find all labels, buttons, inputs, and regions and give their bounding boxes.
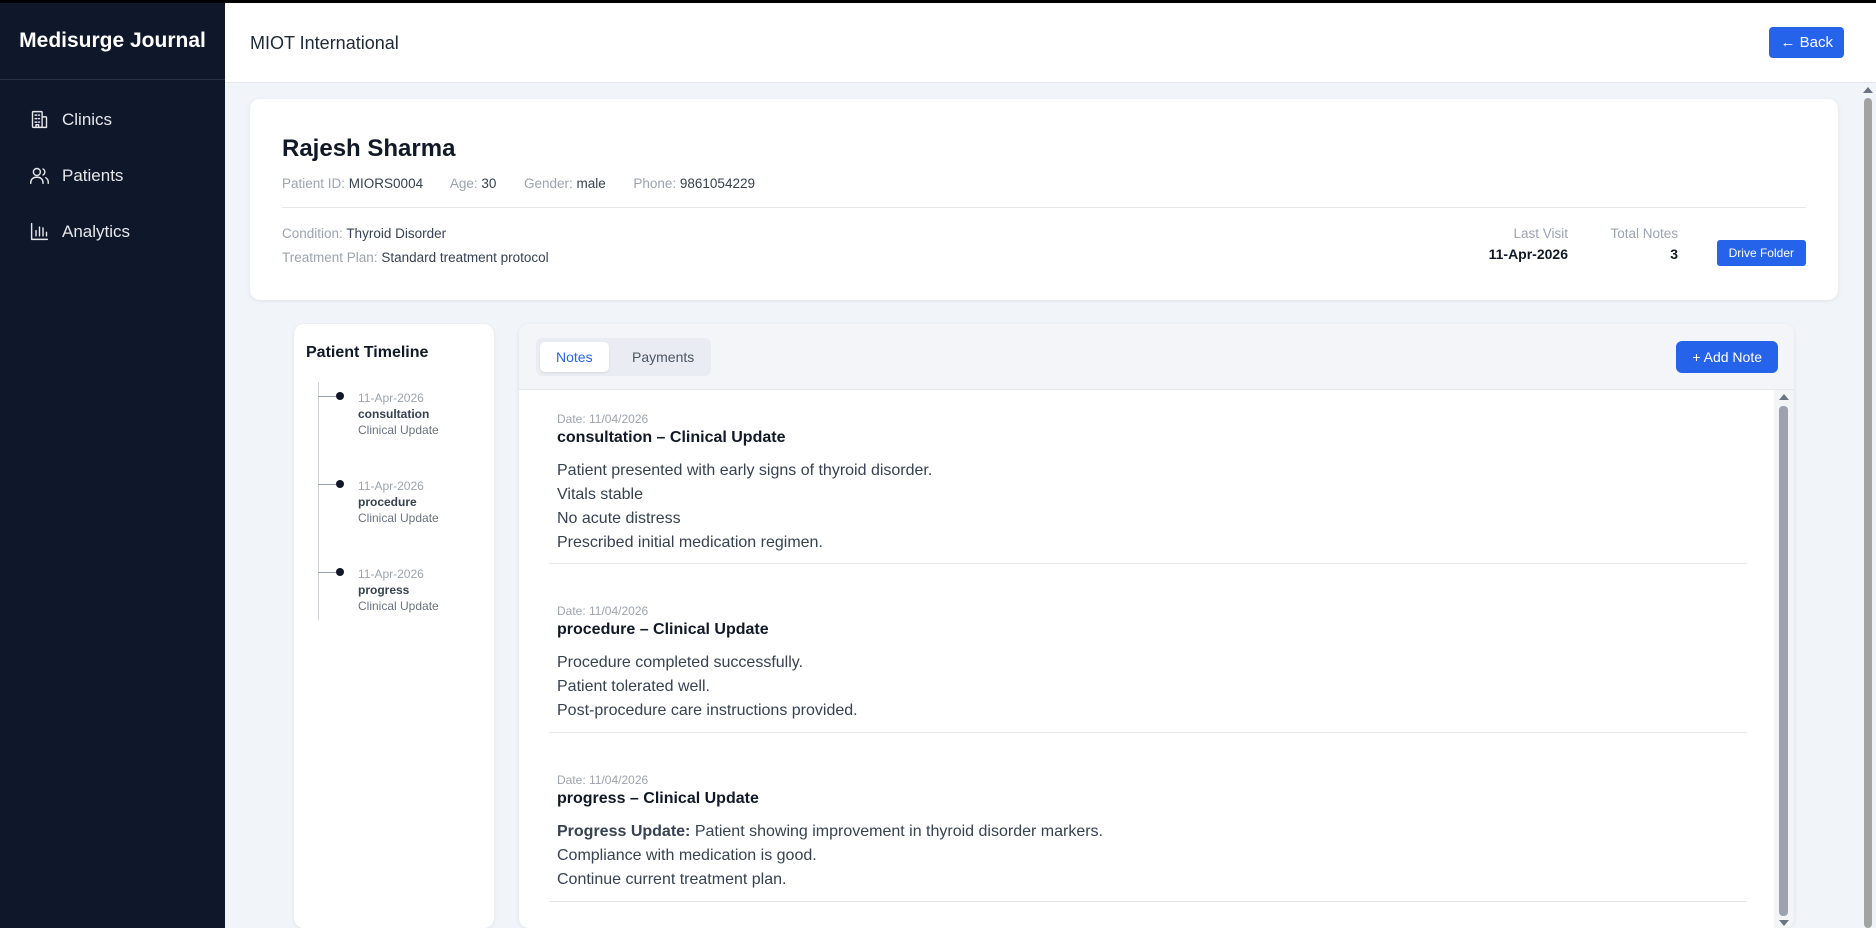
patient-phone: 9861054229 [679, 176, 755, 191]
timeline-date: 11-Apr-2026 [358, 567, 424, 581]
timeline-line [318, 382, 319, 620]
note-date: Date: 11/04/2026 [557, 604, 649, 618]
window-top-edge [0, 0, 1876, 3]
timeline-date: 11-Apr-2026 [358, 391, 424, 405]
patient-summary-card: Rajesh Sharma Patient ID: MIORS0004 Age:… [250, 99, 1838, 300]
total-notes-value: 3 [1670, 246, 1678, 262]
card-divider [282, 207, 1806, 208]
note-date: Date: 11/04/2026 [557, 773, 649, 787]
note-entry: Date: 11/04/2026 consultation – Clinical… [549, 412, 1747, 564]
tab-group: Notes Payments [536, 338, 711, 376]
note-date: Date: 11/04/2026 [557, 412, 649, 426]
brand-title: Medisurge Journal [0, 0, 225, 80]
note-line: Procedure completed successfully. [557, 654, 804, 671]
note-line: Compliance with medication is good. [557, 847, 817, 864]
sidebar-item-label: Clinics [62, 109, 113, 129]
page-scrollbar-thumb[interactable] [1864, 98, 1872, 928]
sidebar-item-clinics[interactable]: Clinics [29, 109, 112, 130]
note-line: Vitals stable [557, 486, 643, 503]
patient-id: MIORS0004 [348, 176, 424, 191]
condition-label: Condition: [282, 226, 343, 241]
timeline-type: procedure [358, 495, 417, 509]
timeline-connector [318, 572, 336, 573]
timeline-dot [336, 392, 344, 400]
patient-gender: male [576, 176, 606, 191]
note-line-text: Patient showing improvement in thyroid d… [694, 823, 1103, 840]
sidebar-item-label: Patients [62, 165, 124, 185]
note-line: Prescribed initial medication regimen. [557, 534, 823, 551]
treatment-plan-row: Treatment Plan: Standard treatment proto… [282, 250, 549, 265]
condition-row: Condition: Thyroid Disorder [282, 226, 446, 241]
bar-chart-icon [30, 222, 49, 241]
timeline-type: consultation [358, 407, 430, 421]
page-scroll-up-icon[interactable] [1863, 87, 1873, 93]
timeline-title: Patient Timeline [306, 344, 429, 361]
tab-notes[interactable]: Notes [540, 342, 609, 372]
timeline-subtitle: Clinical Update [358, 511, 439, 525]
timeline-connector [318, 396, 336, 397]
sidebar-item-patients[interactable]: Patients [29, 165, 123, 186]
patient-id-label: Patient ID: [282, 176, 346, 191]
patient-age: 30 [481, 176, 497, 191]
phone-label: Phone: [633, 176, 677, 191]
notes-list: Date: 11/04/2026 consultation – Clinical… [519, 390, 1774, 928]
last-visit-label: Last Visit [1513, 226, 1568, 241]
scroll-down-icon[interactable] [1779, 920, 1789, 926]
sidebar: Medisurge Journal Clinics Patients Analy… [0, 0, 225, 928]
drive-folder-button[interactable]: Drive Folder [1716, 240, 1806, 266]
note-body: Progress Update: Patient showing improve… [557, 820, 1103, 892]
note-title: consultation – Clinical Update [557, 429, 786, 446]
timeline-subtitle: Clinical Update [358, 599, 439, 613]
note-line: Patient presented with early signs of th… [557, 462, 933, 479]
timeline-type: progress [358, 583, 410, 597]
note-line: Post-procedure care instructions provide… [557, 702, 858, 719]
back-button[interactable]: ← Back [1769, 27, 1844, 58]
timeline-dot [336, 568, 344, 576]
last-visit-value: 11-Apr-2026 [1488, 246, 1568, 262]
add-note-button[interactable]: + Add Note [1676, 341, 1778, 373]
sidebar-item-label: Analytics [62, 221, 131, 241]
notes-scrollbar[interactable] [1774, 390, 1794, 928]
notes-panel-header: Notes Payments + Add Note [519, 324, 1794, 390]
note-line: Progress Update: Patient showing improve… [557, 820, 1103, 844]
patient-meta-row: Patient ID: MIORS0004 Age: 30 Gender: ma… [282, 176, 755, 191]
patient-timeline: Patient Timeline 11-Apr-2026 consultatio… [294, 324, 494, 928]
note-body: Procedure completed successfully. Patien… [557, 651, 858, 723]
note-lead-bold: Progress Update: [557, 823, 691, 840]
building-icon [31, 110, 48, 129]
treatment-plan-label: Treatment Plan: [282, 250, 378, 265]
note-body: Patient presented with early signs of th… [557, 459, 932, 555]
users-icon [30, 167, 49, 185]
timeline-date: 11-Apr-2026 [358, 479, 424, 493]
scroll-up-icon[interactable] [1779, 394, 1789, 400]
treatment-plan: Standard treatment protocol [381, 250, 549, 265]
note-line: Continue current treatment plan. [557, 871, 787, 888]
timeline-subtitle: Clinical Update [358, 423, 439, 437]
gender-label: Gender: [523, 176, 573, 191]
note-entry: Date: 11/04/2026 progress – Clinical Upd… [549, 773, 1747, 902]
notes-panel: Notes Payments + Add Note Date: 11/04/20… [519, 324, 1794, 928]
note-line: Patient tolerated well. [557, 678, 710, 695]
timeline-connector [318, 484, 336, 485]
patient-name: Rajesh Sharma [282, 135, 456, 162]
age-label: Age: [449, 176, 478, 191]
note-title: procedure – Clinical Update [557, 621, 769, 638]
patient-condition: Thyroid Disorder [346, 226, 447, 241]
note-line: No acute distress [557, 510, 681, 527]
top-header: MIOT International ← Back [225, 0, 1876, 83]
notes-scrollbar-thumb[interactable] [1779, 406, 1788, 916]
note-entry: Date: 11/04/2026 procedure – Clinical Up… [549, 604, 1747, 733]
total-notes-label: Total Notes [1610, 226, 1678, 241]
clinic-title: MIOT International [250, 33, 399, 53]
sidebar-item-analytics[interactable]: Analytics [29, 221, 130, 242]
timeline-dot [336, 480, 344, 488]
tab-payments[interactable]: Payments [616, 342, 710, 372]
note-title: progress – Clinical Update [557, 790, 759, 807]
page-scrollbar[interactable] [1860, 83, 1876, 928]
